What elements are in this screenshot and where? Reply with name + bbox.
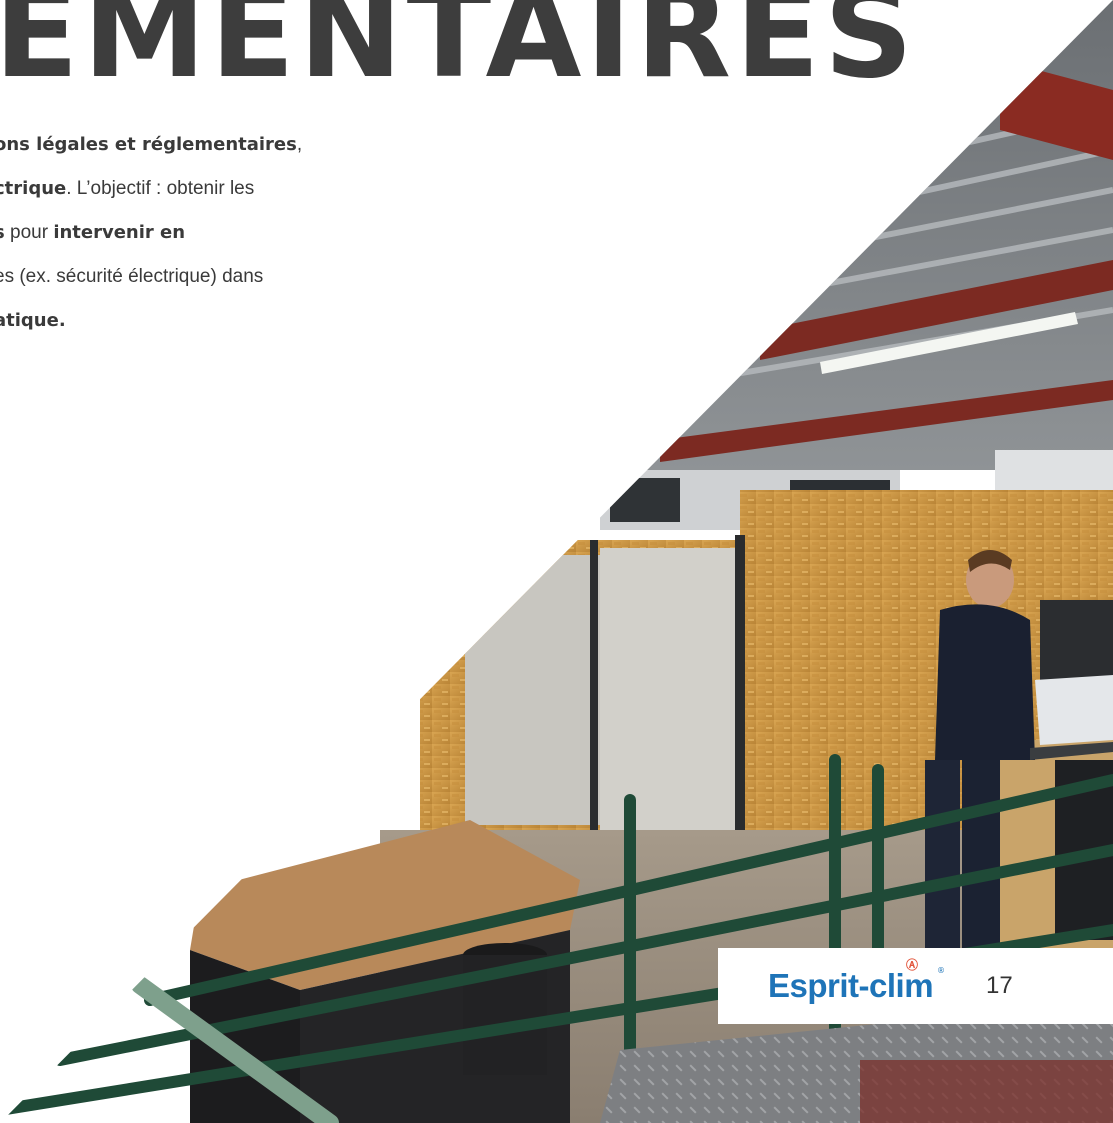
body-text: pour xyxy=(4,222,54,243)
body-line: es (ex. sécurité électrique) dans xyxy=(0,255,414,299)
body-line: ctrique. L’objectif : obtenir les xyxy=(0,167,414,211)
body-paragraph: ons légales et réglementaires, ctrique. L… xyxy=(0,123,414,343)
body-bold-text: ons légales et réglementaires xyxy=(0,134,297,155)
body-text: , xyxy=(296,134,303,155)
section-heading: EMENTAIRES xyxy=(0,0,918,106)
page-number: 17 xyxy=(986,972,1013,999)
body-line: s pour intervenir en xyxy=(0,211,414,255)
brochure-page: EMENTAIRES ons légales et réglementaires… xyxy=(0,0,1113,1123)
body-text: es (ex. sécurité électrique) dans xyxy=(0,266,264,287)
body-line: ons légales et réglementaires, xyxy=(0,123,414,167)
body-bold-text: intervenir en xyxy=(53,222,186,243)
body-bold-text: atique. xyxy=(0,310,66,331)
body-bold-text: ctrique xyxy=(0,178,67,199)
body-line: atique. xyxy=(0,299,414,343)
body-text: . L’objectif : obtenir les xyxy=(66,178,255,199)
brand-accent-icon: Ⓐ xyxy=(906,958,919,972)
footer-logo-box: Esprit-clim Ⓐ ® 17 xyxy=(718,948,1113,1024)
registered-mark: ® xyxy=(937,966,945,975)
